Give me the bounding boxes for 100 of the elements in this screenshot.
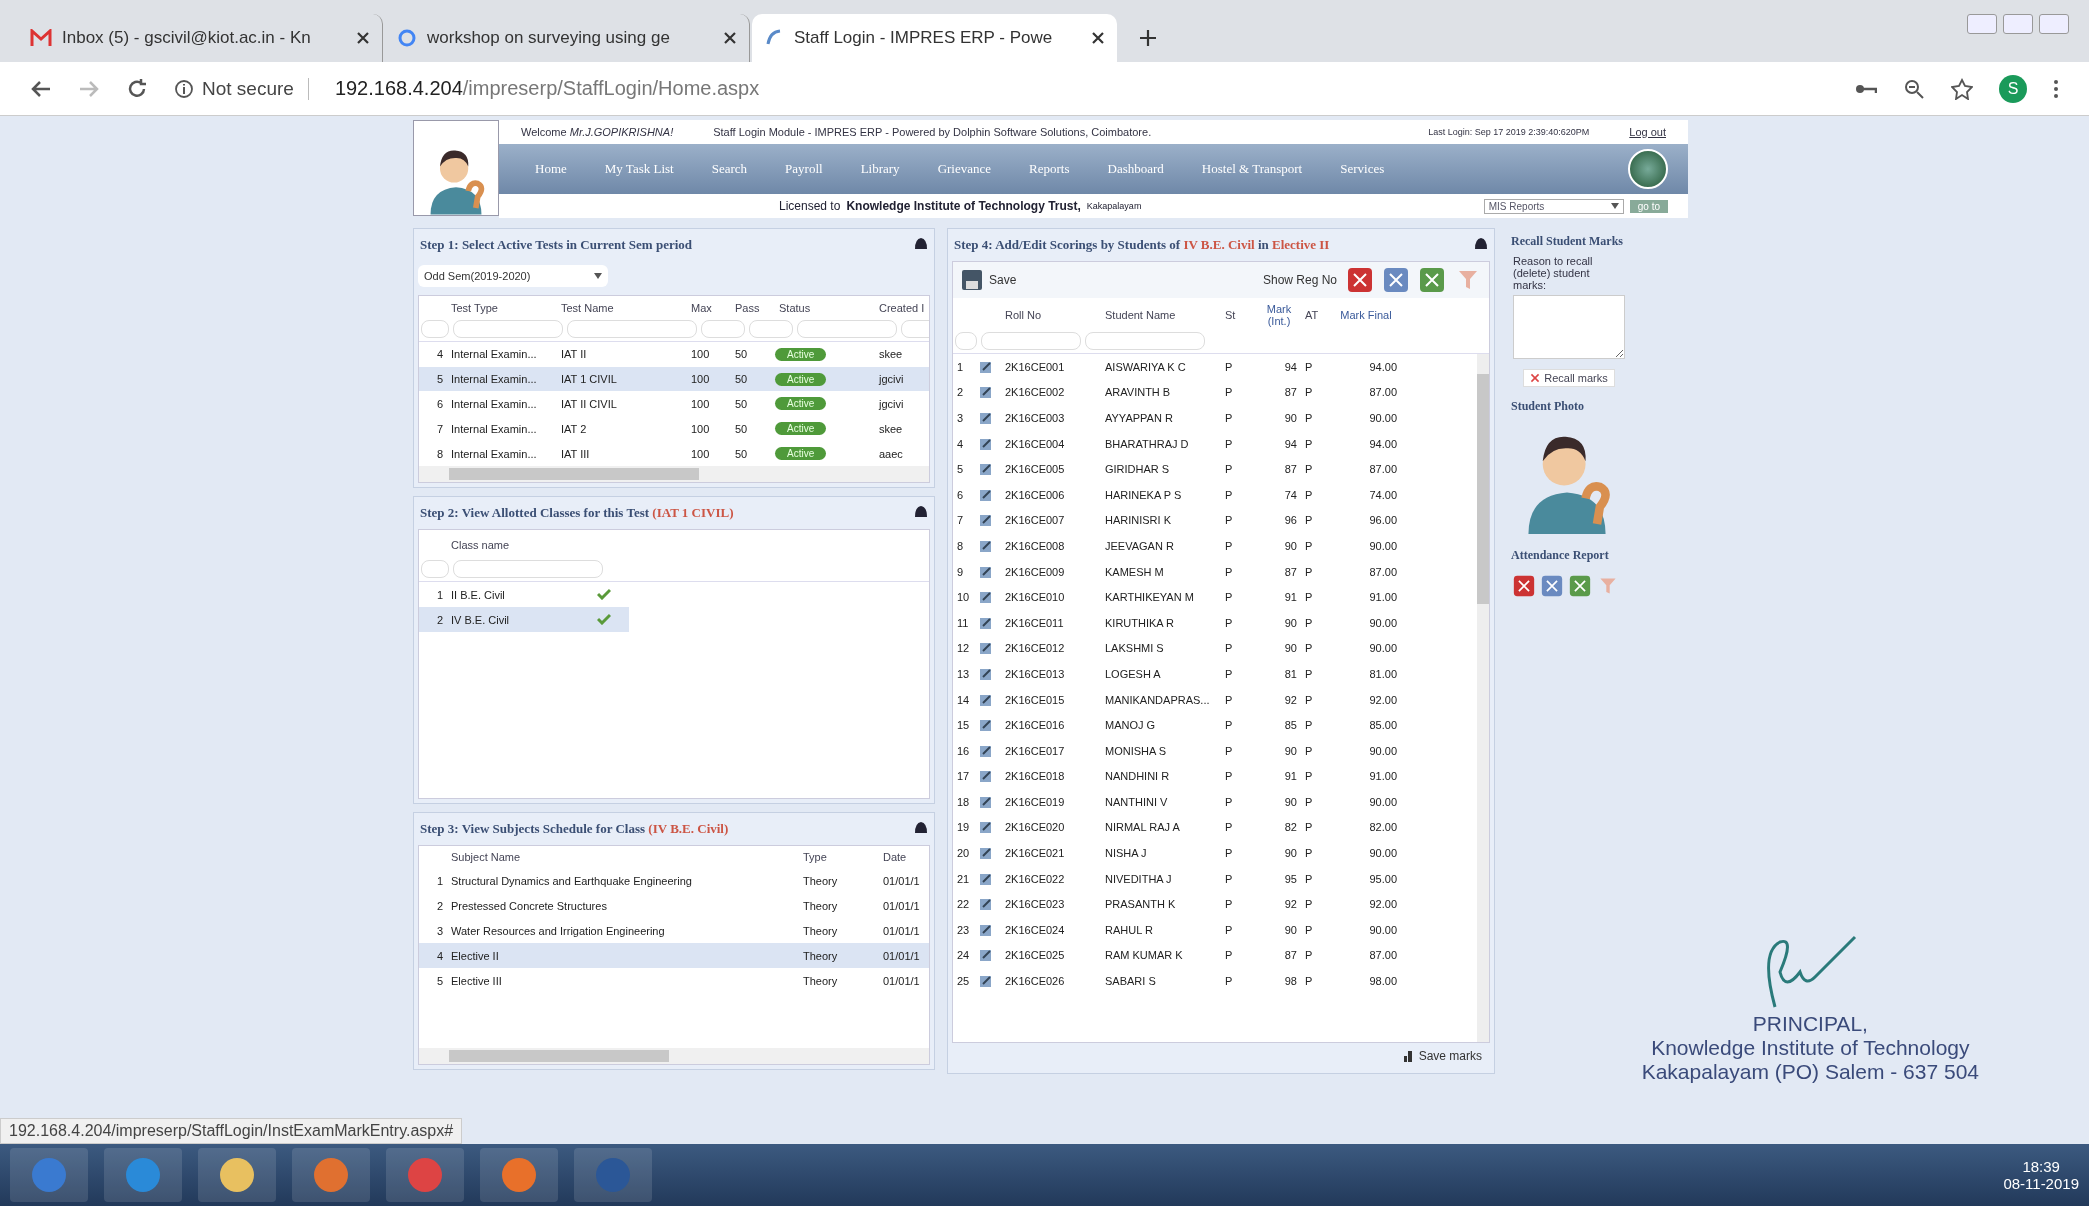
table-row[interactable]: 2 IV B.E. Civil (419, 607, 629, 632)
edit-icon[interactable] (979, 846, 993, 861)
column-header[interactable]: Class name (447, 539, 597, 551)
reload-icon[interactable] (126, 77, 148, 100)
recall-marks-button[interactable]: Recall marks (1523, 369, 1615, 387)
filter-field[interactable] (421, 560, 449, 578)
logout-link[interactable]: Log out (1629, 126, 1666, 138)
column-header[interactable]: Subject Name (447, 851, 799, 863)
close-icon[interactable] (1091, 31, 1105, 45)
module-text: Staff Login Module - IMPRES ERP - Powered by Dolphin Software Solutions, Coimbatore. (713, 126, 1152, 138)
column-header[interactable]: Status (775, 301, 875, 314)
clock[interactable]: 18:39 08-11-2019 (2003, 1158, 2079, 1192)
table-cell-text: 2K16CE025 (1004, 949, 1066, 962)
column-header[interactable]: Roll No (1001, 309, 1101, 321)
filter-field[interactable] (981, 332, 1081, 350)
edit-icon[interactable] (979, 769, 993, 784)
column-header[interactable]: Date (879, 851, 929, 863)
edit-icon[interactable] (979, 590, 993, 605)
close-icon[interactable] (723, 31, 737, 45)
caret-icon[interactable] (594, 273, 602, 279)
column-header[interactable]: Created I (875, 301, 929, 314)
table-cell-text: Theory (802, 899, 839, 912)
edit-icon[interactable] (979, 948, 993, 963)
column-header[interactable]: Mark (Int.) (1257, 303, 1301, 327)
table-row[interactable]: 4 Elective II Theory 01/01/1 (419, 943, 929, 968)
edit-icon[interactable] (979, 411, 993, 425)
row-number: 19 (956, 821, 971, 834)
edit-icon[interactable] (979, 487, 993, 502)
edit-icon[interactable] (979, 794, 993, 809)
reports-select[interactable]: MIS Reports (1483, 198, 1624, 214)
semester-select[interactable]: Odd Sem(2019-2020) (418, 265, 608, 287)
welcome-text: Welcome Mr.J.GOPIKRISHNA! (521, 126, 674, 138)
edit-icon[interactable] (979, 436, 993, 451)
edit-icon[interactable] (979, 641, 993, 656)
table-cell-text: Theory (802, 949, 839, 962)
reason-field[interactable] (1513, 295, 1625, 359)
edit-icon[interactable] (979, 692, 993, 707)
new-tab-icon[interactable] (1139, 29, 1157, 47)
column-header[interactable]: Student Name (1101, 309, 1221, 321)
table-cell-text: P (1224, 437, 1234, 450)
collapse-icon[interactable] (1474, 237, 1488, 249)
row-number: 11 (956, 616, 970, 629)
edit-icon[interactable] (979, 564, 993, 579)
collapse-icon[interactable] (914, 821, 928, 833)
edit-icon[interactable] (979, 615, 993, 630)
table-cell-text: jgcivi (877, 373, 905, 386)
taskbar-app[interactable] (198, 1148, 276, 1202)
vertical-scrollbar[interactable] (1477, 354, 1489, 1042)
cross-icon[interactable] (1530, 373, 1541, 383)
edit-icon[interactable] (979, 820, 993, 835)
column-header[interactable]: Type (799, 851, 879, 863)
collapse-icon[interactable] (914, 237, 928, 249)
close-icon[interactable] (356, 31, 370, 45)
app-icon (217, 1155, 257, 1195)
column-header[interactable]: Test Name (557, 301, 687, 314)
edit-icon[interactable] (979, 922, 993, 937)
collapse-icon[interactable] (914, 505, 928, 517)
edit-icon[interactable] (979, 666, 993, 681)
edit-icon[interactable] (979, 743, 993, 758)
back-icon[interactable] (30, 78, 52, 99)
edit-icon[interactable] (979, 462, 993, 477)
menu-icon[interactable] (2053, 78, 2059, 99)
security-indicator[interactable]: Not secure (202, 77, 309, 100)
table-cell-text: 87 (1283, 949, 1298, 962)
edit-icon[interactable] (979, 513, 993, 528)
info-icon[interactable] (174, 78, 194, 99)
table-cell-text: 2 (435, 613, 444, 626)
table-cell-text: 2K16CE002 (1004, 386, 1066, 399)
edit-icon[interactable] (979, 385, 993, 400)
edit-icon[interactable] (979, 718, 993, 733)
horizontal-scrollbar[interactable] (419, 1048, 929, 1064)
column-header[interactable]: AT (1301, 309, 1331, 321)
filter-field[interactable] (453, 560, 603, 578)
row-number: 1 (956, 360, 965, 373)
filter-field[interactable] (1085, 332, 1205, 350)
column-header[interactable]: Pass (731, 301, 775, 314)
browser-tab[interactable]: Staff Login - IMPRES ERP - Powe (752, 14, 1117, 62)
horizontal-scrollbar[interactable] (419, 466, 929, 482)
column-header[interactable]: Max (687, 301, 731, 314)
profile-avatar[interactable]: S (1999, 74, 2027, 103)
edit-icon[interactable] (979, 974, 993, 989)
table-cell-text: P (1304, 744, 1314, 757)
save-marks-button[interactable]: Save marks (1402, 1049, 1482, 1063)
taskbar-app[interactable] (480, 1148, 558, 1202)
edit-icon[interactable] (979, 538, 993, 553)
column-header[interactable]: Test Type (447, 301, 557, 314)
filter-field[interactable] (955, 332, 977, 350)
edit-icon[interactable] (979, 871, 993, 886)
url-text[interactable]: 192.168.4.204/impreserp/StaffLogin/Home.aspx (334, 77, 760, 100)
caret-icon[interactable] (1610, 203, 1619, 209)
column-header[interactable]: Mark Final (1331, 309, 1401, 321)
edit-icon[interactable] (979, 359, 993, 374)
column-header[interactable]: St (1221, 309, 1257, 321)
table-cell-text: P (1224, 514, 1234, 527)
table-row[interactable]: 5 Internal Examin... IAT 1 CIVIL 100 50 Active jgcivi (419, 366, 929, 392)
star-icon[interactable] (1951, 77, 1973, 100)
save-button[interactable]: Save (961, 269, 1017, 291)
table-cell-text: 90 (1283, 923, 1298, 936)
zoom-icon[interactable] (1903, 77, 1925, 100)
edit-icon[interactable] (979, 897, 993, 912)
